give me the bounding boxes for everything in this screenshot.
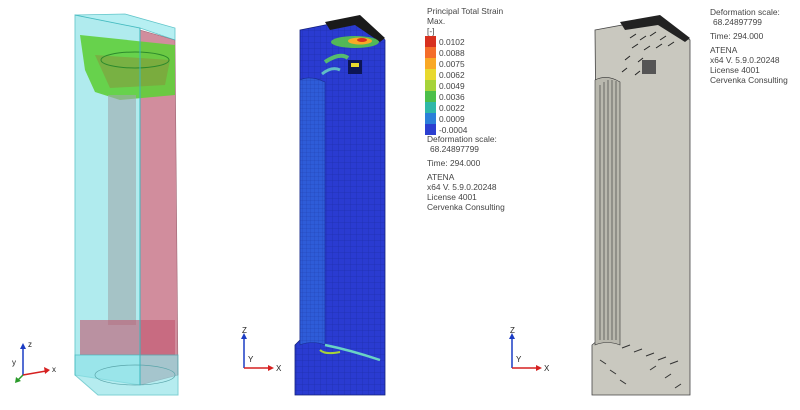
legend-swatch-7 [425, 113, 436, 124]
axis-label-x-2: X [276, 364, 282, 373]
axis-label-z-1: z [28, 340, 32, 349]
axis-label-z-2: Z [242, 326, 247, 335]
legend-value-6: 0.0022 [439, 103, 465, 113]
legend-unit: [-] [427, 26, 435, 36]
company-mid: Cervenka Consulting [427, 202, 505, 212]
legend-swatch-2 [425, 58, 436, 69]
legend-value-1: 0.0088 [439, 48, 465, 58]
company-right: Cervenka Consulting [710, 75, 788, 85]
axis-label-z-3: Z [510, 326, 515, 335]
notch-highlight [351, 63, 359, 67]
deformation-label-mid: Deformation scale: [427, 134, 497, 144]
deformed-shape-view[interactable]: Deformation scale: 68.24897799 Time: 294… [509, 0, 800, 410]
legend-swatch-4 [425, 80, 436, 91]
legend-value-2: 0.0075 [439, 59, 465, 69]
column-mesh [299, 77, 326, 346]
legend-swatch-0 [425, 36, 436, 47]
base [74, 354, 179, 396]
axis-label-y-1: y [12, 358, 16, 367]
axis-label-y-2: Y [248, 355, 254, 364]
legend-value-5: 0.0036 [439, 92, 465, 102]
deformation-value-mid: 68.24897799 [430, 144, 479, 154]
deformation-label-right: Deformation scale: [710, 7, 780, 17]
time-right: Time: 294.000 [710, 31, 764, 41]
bottom-pink-band [80, 320, 175, 355]
axis-triad-1 [15, 343, 50, 383]
axis-label-x-1: x [52, 365, 56, 374]
legend-subtitle: Max. [427, 16, 446, 26]
license-mid: License 4001 [427, 192, 477, 202]
axis-label-x-3: X [544, 364, 550, 373]
version-right: x64 V. 5.9.0.20248 [710, 55, 780, 65]
deformation-value-right: 68.24897799 [713, 17, 762, 27]
axis-triad-3 [509, 333, 542, 371]
app-name-right: ATENA [710, 45, 738, 55]
legend-swatch-3 [425, 69, 436, 80]
legend-title: Principal Total Strain [427, 6, 504, 16]
strain-red-top [357, 38, 367, 42]
model-3d-view[interactable]: z y x [0, 0, 230, 410]
grey-notch [642, 60, 656, 74]
legend-swatch-5 [425, 91, 436, 102]
app-name-mid: ATENA [427, 172, 455, 182]
version-mid: x64 V. 5.9.0.20248 [427, 182, 497, 192]
legend-swatch-1 [425, 47, 436, 58]
legend-value-4: 0.0049 [439, 81, 465, 91]
axis-label-y-3: Y [516, 355, 522, 364]
time-mid: Time: 294.000 [427, 158, 481, 168]
legend-value-3: 0.0062 [439, 70, 465, 80]
inner-column [108, 95, 136, 325]
axis-triad-2 [241, 333, 274, 371]
legend-swatch-6 [425, 102, 436, 113]
legend-value-7: 0.0009 [439, 114, 465, 124]
legend-value-0: 0.0102 [439, 37, 465, 47]
license-right: License 4001 [710, 65, 760, 75]
